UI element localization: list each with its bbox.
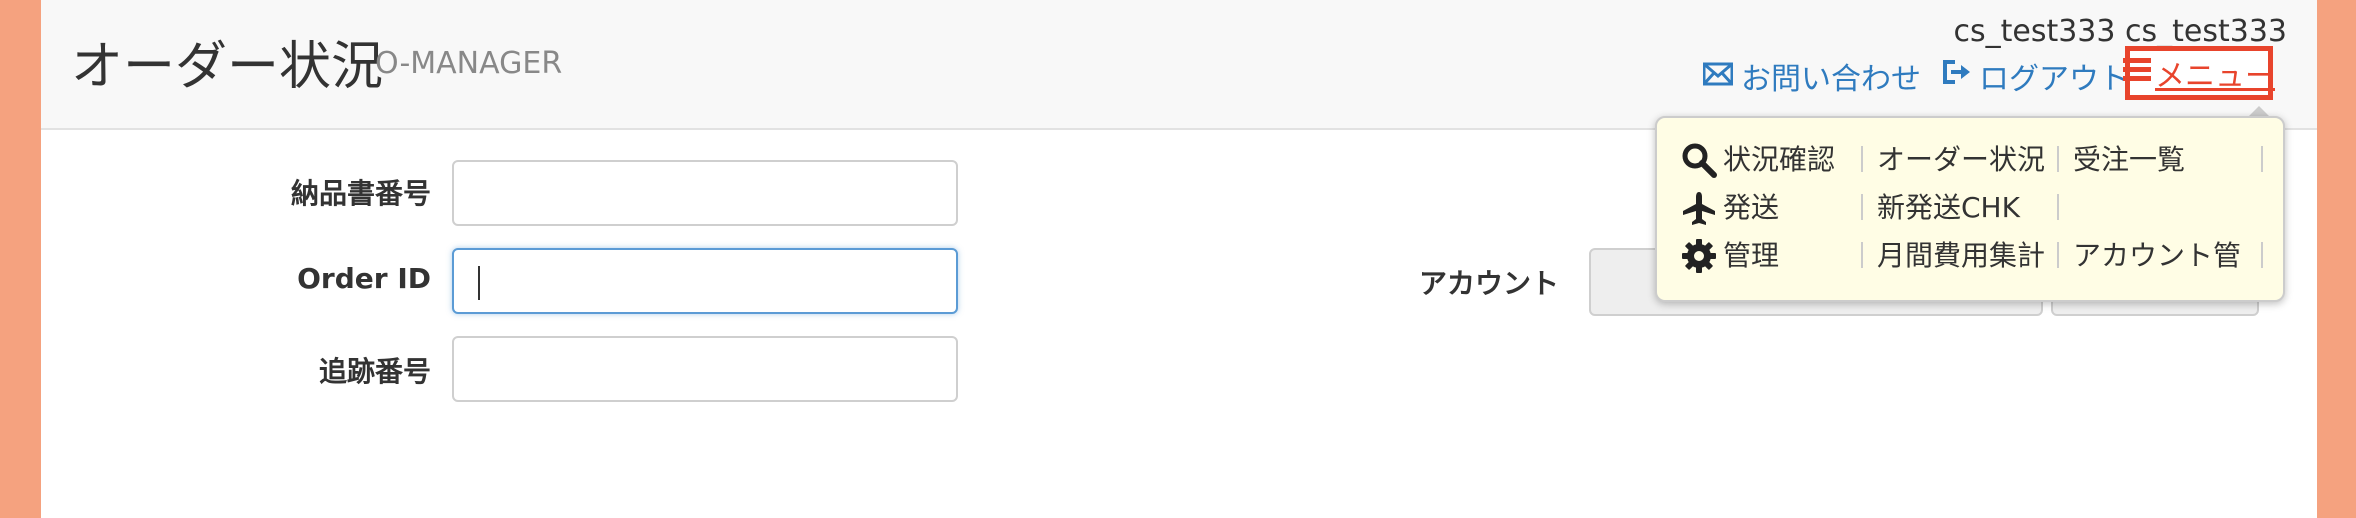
order-id-input[interactable] [452, 248, 958, 314]
order-id-label: Order ID [297, 262, 431, 295]
menu-row-status: 状況確認 オーダー状況 受注一覧 [1657, 136, 2283, 184]
menu-item-account-management[interactable]: アカウント管 [2073, 232, 2241, 280]
app-window: オーダー状況 O-MANAGER cs_test333 cs_test333 お… [41, 0, 2317, 518]
menu-item-order-list[interactable]: 受注一覧 [2073, 136, 2185, 184]
logout-link[interactable]: ログアウト [1941, 54, 2129, 98]
menu-separator [1861, 242, 1863, 268]
tracking-number-label: 追跡番号 [318, 355, 431, 388]
menu-separator [2261, 146, 2263, 172]
search-icon [1681, 142, 1717, 178]
logout-icon [1941, 58, 1971, 94]
menu-button[interactable]: メニュー [2123, 46, 2275, 100]
menu-category-management[interactable]: 管理 [1681, 232, 1779, 280]
menu-item-order-status[interactable]: オーダー状況 [1877, 136, 2045, 184]
menu-button-label: メニュー [2155, 59, 2275, 94]
header-bar: オーダー状況 O-MANAGER cs_test333 cs_test333 お… [41, 0, 2317, 130]
menu-row-shipping: 発送 新発送CHK [1657, 184, 2283, 232]
menu-item-new-shipping-check[interactable]: 新発送CHK [1877, 184, 2020, 232]
menu-row-management: 管理 月間費用集計 アカウント管 [1657, 232, 2283, 280]
menu-category-label: 管理 [1723, 239, 1780, 272]
menu-icon [2123, 56, 2151, 91]
contact-link[interactable]: お問い合わせ [1702, 54, 1921, 98]
menu-separator [2261, 242, 2263, 268]
menu-category-shipping[interactable]: 発送 [1681, 184, 1779, 232]
menu-category-label: 状況確認 [1723, 143, 1836, 176]
menu-category-status[interactable]: 状況確認 [1681, 136, 1835, 184]
text-caret [478, 266, 480, 300]
menu-separator [2057, 194, 2059, 220]
mail-icon [1702, 59, 1734, 94]
menu-separator [2057, 242, 2059, 268]
menu-category-label: 発送 [1723, 191, 1780, 224]
tracking-number-input[interactable] [452, 336, 958, 402]
gear-icon [1681, 238, 1717, 274]
airplane-icon [1681, 190, 1717, 226]
logout-link-label: ログアウト [1979, 62, 2129, 97]
app-subtitle: O-MANAGER [375, 46, 563, 81]
account-label: アカウント [1419, 267, 1560, 300]
menu-separator [2057, 146, 2059, 172]
page-title: オーダー状況 [71, 37, 384, 97]
menu-separator [1861, 194, 1863, 220]
menu-item-monthly-cost[interactable]: 月間費用集計 [1877, 232, 2045, 280]
contact-link-label: お問い合わせ [1741, 62, 1921, 97]
username-label: cs_test333 cs_test333 [1953, 14, 2287, 49]
delivery-note-label: 納品書番号 [290, 177, 431, 210]
menu-separator [1861, 146, 1863, 172]
delivery-note-input[interactable] [452, 160, 958, 226]
menu-dropdown: 状況確認 オーダー状況 受注一覧 発送 新発送CHK 管理 月間費用集計 アカウ… [1655, 116, 2285, 302]
